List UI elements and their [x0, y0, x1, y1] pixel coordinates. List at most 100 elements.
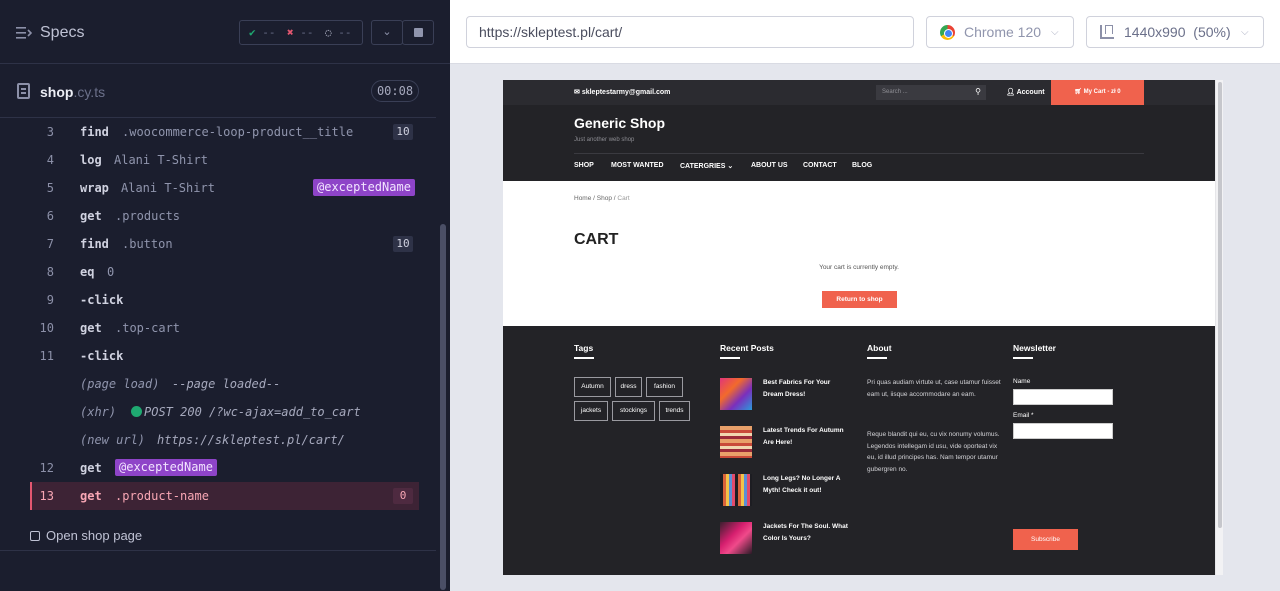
- page-title: CART: [574, 231, 619, 248]
- breadcrumb-shop[interactable]: Shop: [597, 195, 612, 202]
- reporter-panel: Specs ✔ -- ✖ -- ◌ -- ⌄ shop.cy.ts 00:08 …: [0, 0, 450, 591]
- command-row[interactable]: 12 get @exceptedName: [30, 454, 419, 482]
- stop-icon: [413, 27, 423, 37]
- event-row-xhr[interactable]: (xhr) POST 200 /?wc-ajax=add_to_cart: [30, 398, 419, 426]
- site-scrollbar[interactable]: [1215, 80, 1223, 575]
- spinner-icon: ◌: [325, 26, 332, 39]
- account-link[interactable]: 👤︎ Account: [1006, 88, 1045, 96]
- reporter-scrollbar[interactable]: [436, 64, 450, 591]
- breadcrumb: Home / Shop / Cart: [574, 195, 630, 202]
- check-icon: ✔: [249, 26, 256, 39]
- tag-link[interactable]: Autumn: [574, 377, 611, 397]
- search-input[interactable]: Search ... ⚲: [876, 85, 986, 100]
- command-row-failing[interactable]: 13 get .product-name 0: [30, 482, 419, 510]
- post-thumbnail[interactable]: [720, 426, 752, 458]
- viewport-label: 1440x990 (50%): [1124, 17, 1231, 47]
- url-bar[interactable]: https://skleptest.pl/cart/: [466, 16, 914, 48]
- nav-about-us[interactable]: ABOUT US: [751, 162, 788, 169]
- app-under-test-panel: https://skleptest.pl/cart/ Chrome 120 ⌵ …: [450, 0, 1280, 591]
- post-link[interactable]: Latest Trends For Autumn Are Here!: [763, 425, 848, 449]
- command-row[interactable]: 7 find .button 10: [30, 230, 419, 258]
- top-cart-button[interactable]: 🛒︎ My Cart - zł 0: [1051, 80, 1144, 105]
- command-message: Alani T-Shirt: [121, 181, 215, 195]
- specs-title[interactable]: Specs: [40, 24, 84, 42]
- post-thumbnail[interactable]: [720, 522, 752, 554]
- tag-link[interactable]: dress: [615, 377, 642, 397]
- post-thumbnail[interactable]: [720, 378, 752, 410]
- command-number: 6: [46, 209, 54, 223]
- command-row[interactable]: 9 -click: [30, 286, 419, 314]
- command-name: get: [80, 489, 102, 503]
- tag-link[interactable]: jackets: [574, 401, 608, 421]
- command-name: -click: [80, 293, 124, 307]
- event-row-new-url[interactable]: (new url) https://skleptest.pl/cart/: [30, 426, 419, 454]
- nav-contact[interactable]: CONTACT: [803, 162, 837, 169]
- command-message: .top-cart: [115, 321, 181, 335]
- element-count-badge: 10: [393, 124, 413, 140]
- return-to-shop-button[interactable]: Return to shop: [822, 291, 897, 308]
- nav-shop[interactable]: SHOP: [574, 162, 594, 169]
- event-type: (xhr): [80, 405, 117, 419]
- tag-link[interactable]: trends: [659, 401, 690, 421]
- post-link[interactable]: Jackets For The Soul. What Color Is Your…: [763, 521, 848, 545]
- cart-icon: 🛒︎: [1074, 89, 1082, 95]
- reporter-header: Specs ✔ -- ✖ -- ◌ -- ⌄: [0, 0, 450, 64]
- about-paragraph: Reque blandit qui eu, cu vix nonumy volu…: [867, 431, 1000, 473]
- next-test-item[interactable]: Open shop page: [30, 528, 142, 544]
- chevron-down-icon: ⌵: [1051, 27, 1059, 38]
- browser-selector[interactable]: Chrome 120 ⌵: [926, 16, 1074, 48]
- event-type: (new url): [80, 433, 146, 447]
- command-name: find: [80, 237, 109, 251]
- command-number: 9: [46, 293, 54, 307]
- subscribe-button[interactable]: Subscribe: [1013, 529, 1078, 550]
- expand-button[interactable]: ⌄: [371, 20, 403, 45]
- command-name: eq: [80, 265, 95, 279]
- command-message: .products: [115, 209, 181, 223]
- scroll-thumb[interactable]: [1218, 82, 1222, 528]
- specs-list-icon[interactable]: [16, 26, 32, 40]
- command-row[interactable]: 4 log Alani T-Shirt: [30, 146, 419, 174]
- alias-badge[interactable]: @exceptedName: [313, 179, 415, 196]
- command-row[interactable]: 5 wrap Alani T-Shirt @exceptedName: [30, 174, 419, 202]
- element-count-badge: 0: [393, 488, 413, 504]
- element-count-badge: 10: [393, 236, 413, 252]
- spec-file-extension: .cy.ts: [73, 84, 106, 100]
- event-row-page-load[interactable]: (page load) --page loaded--: [30, 370, 419, 398]
- account-label: Account: [1016, 89, 1045, 96]
- breadcrumb-home[interactable]: Home: [574, 195, 591, 202]
- command-row[interactable]: 11 -click: [30, 342, 419, 370]
- stop-button[interactable]: [402, 20, 434, 45]
- command-row[interactable]: 8 eq 0: [30, 258, 419, 286]
- newsletter-name-input[interactable]: [1013, 389, 1113, 405]
- divider: [574, 153, 1144, 154]
- spec-file-header[interactable]: shop.cy.ts 00:08: [0, 64, 436, 118]
- newsletter-email-input[interactable]: [1013, 423, 1113, 439]
- scroll-thumb[interactable]: [440, 224, 446, 590]
- search-icon[interactable]: ⚲: [975, 87, 981, 96]
- chevron-down-icon: ⌵: [1241, 27, 1249, 38]
- command-row[interactable]: 3 find .woocommerce-loop-product__title …: [30, 118, 419, 146]
- email-text: skleptestarmy@gmail.com: [581, 89, 671, 96]
- nav-most-wanted[interactable]: MOST WANTED: [611, 162, 664, 169]
- tag-link[interactable]: fashion: [646, 377, 683, 397]
- nav-categories[interactable]: CATERGRIES ⌄: [680, 162, 733, 170]
- tag-link[interactable]: stockings: [612, 401, 655, 421]
- post-link[interactable]: Long Legs? No Longer A Myth! Check it ou…: [763, 473, 848, 497]
- nav-blog[interactable]: BLOG: [852, 162, 872, 169]
- spec-file-name[interactable]: shop.cy.ts: [40, 84, 105, 100]
- success-dot-icon: [131, 406, 142, 417]
- command-row[interactable]: 10 get .top-cart: [30, 314, 419, 342]
- post-thumbnail[interactable]: [720, 474, 752, 506]
- about-title: About: [867, 343, 892, 359]
- alias-badge[interactable]: @exceptedName: [115, 459, 217, 476]
- site-footer: Tags Autumn dress fashion jackets stocki…: [503, 326, 1215, 575]
- search-placeholder: Search ...: [882, 89, 908, 95]
- viewport-info[interactable]: 1440x990 (50%) ⌵: [1086, 16, 1264, 48]
- post-link[interactable]: Best Fabrics For Your Dream Dress!: [763, 377, 848, 401]
- breadcrumb-current: Cart: [617, 195, 630, 202]
- command-row[interactable]: 6 get .products: [30, 202, 419, 230]
- pending-stat: ◌ --: [325, 26, 352, 39]
- site-logo-title[interactable]: Generic Shop: [574, 115, 665, 131]
- contact-email[interactable]: ✉ skleptestarmy@gmail.com: [574, 88, 670, 96]
- event-message: --page loaded--: [172, 377, 281, 391]
